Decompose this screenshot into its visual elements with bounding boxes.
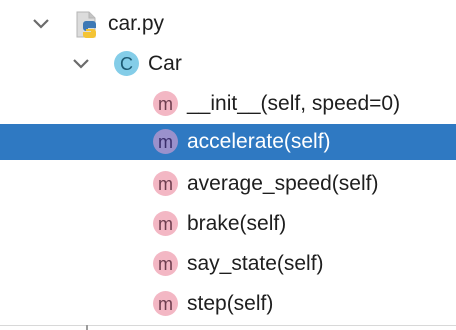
chevron-down-icon[interactable] [70, 53, 92, 75]
python-file-icon [74, 11, 100, 38]
tree-node-method[interactable]: m step(self) [0, 286, 456, 322]
chevron-down-icon[interactable] [30, 13, 52, 35]
tree-node-method[interactable]: m brake(self) [0, 206, 456, 242]
scroll-indicator [86, 325, 88, 330]
method-icon: m [153, 171, 178, 196]
method-icon: m [153, 211, 178, 236]
tree-node-method-selected[interactable]: m accelerate(self) [0, 124, 456, 160]
tree-node-class[interactable]: C Car [0, 46, 456, 82]
method-label: accelerate(self) [187, 130, 331, 153]
divider [0, 325, 456, 326]
method-label: say_state(self) [187, 252, 324, 275]
class-icon: C [114, 51, 139, 76]
tree-node-method[interactable]: m average_speed(self) [0, 166, 456, 202]
method-label: __init__(self, speed=0) [187, 92, 401, 115]
class-name-label: Car [148, 52, 182, 75]
tree-node-file[interactable]: car.py [0, 6, 456, 42]
structure-tree: car.py C Car m __init__(self, speed=0) m… [0, 0, 456, 330]
method-icon: m [153, 251, 178, 276]
file-name-label: car.py [108, 12, 165, 35]
method-label: step(self) [187, 292, 274, 315]
method-label: average_speed(self) [187, 172, 379, 195]
tree-node-method[interactable]: m say_state(self) [0, 246, 456, 282]
method-icon: m [153, 291, 178, 316]
method-label: brake(self) [187, 212, 287, 235]
method-icon: m [153, 91, 178, 116]
tree-node-method[interactable]: m __init__(self, speed=0) [0, 86, 456, 122]
method-icon: m [153, 129, 178, 154]
